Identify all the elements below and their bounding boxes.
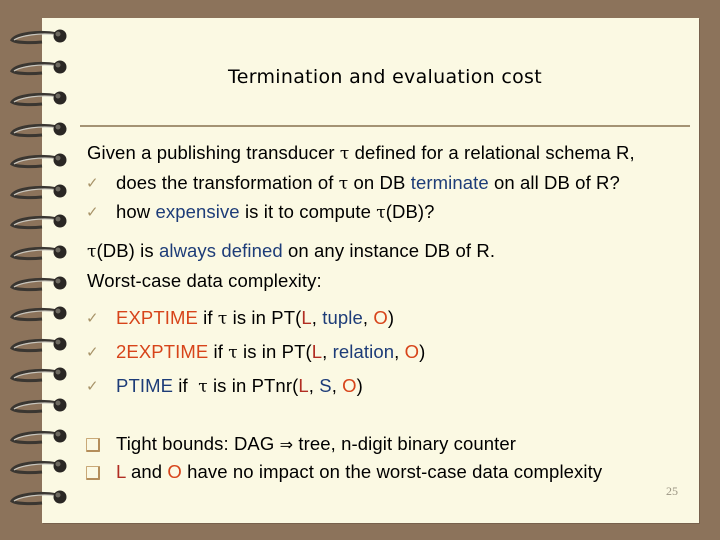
param-L: L xyxy=(298,375,309,396)
text: if xyxy=(208,341,229,362)
slide-title: Termination and evaluation cost xyxy=(228,66,542,88)
square-bullet-icon xyxy=(86,438,100,452)
text: , xyxy=(311,307,323,328)
spiral-ring-icon xyxy=(9,60,67,76)
text: tree, n-digit binary counter xyxy=(293,433,517,454)
spiral-ring-icon xyxy=(9,245,67,261)
complexity-item: 2EXPTIME if τ is in PT(L, relation, O) xyxy=(116,341,425,363)
text: and xyxy=(125,461,168,482)
param-S: tuple xyxy=(322,307,363,328)
text: ) xyxy=(387,307,395,328)
checkmark-icon: ✓ xyxy=(86,309,99,327)
complexity-item: PTIME if τ is in PTnr(L, S, O) xyxy=(116,375,363,397)
text: , xyxy=(394,341,405,362)
tau-symbol: τ xyxy=(87,242,97,262)
complexity-class: PTIME xyxy=(116,375,174,396)
text: if xyxy=(173,375,199,396)
param-O: O xyxy=(167,461,182,482)
param-L: L xyxy=(116,461,126,482)
spiral-ring-icon xyxy=(9,29,67,45)
param-O: O xyxy=(342,375,357,396)
text: if xyxy=(197,307,218,328)
text: on DB xyxy=(348,172,411,193)
spiral-ring-icon xyxy=(9,459,67,475)
page-number: 25 xyxy=(666,484,678,498)
text: have no impact on the worst-case data co… xyxy=(181,461,603,482)
intro-text: Given a publishing transducer xyxy=(87,142,340,163)
tau-symbol: τ xyxy=(228,343,238,363)
spiral-ring-icon xyxy=(9,398,67,414)
param-S: S xyxy=(319,375,332,396)
highlight-expensive: expensive xyxy=(155,201,240,222)
square-bullet-icon xyxy=(86,466,100,480)
statement-line: τ(DB) is always defined on any instance … xyxy=(87,240,495,262)
checkmark-icon: ✓ xyxy=(86,377,99,395)
spiral-ring-icon xyxy=(9,490,67,506)
text: is in PT( xyxy=(227,307,302,328)
text: ) xyxy=(419,341,426,362)
text: ) xyxy=(356,375,363,396)
text: , xyxy=(362,307,374,328)
checkmark-icon: ✓ xyxy=(86,203,99,221)
checkmark-icon: ✓ xyxy=(86,343,99,361)
spiral-ring-icon xyxy=(9,122,67,138)
text: (DB)? xyxy=(385,201,435,222)
text: is in PTnr( xyxy=(207,375,299,396)
text: how xyxy=(116,201,156,222)
tau-symbol: τ xyxy=(217,309,228,329)
param-L: L xyxy=(301,307,312,328)
highlight-terminate: terminate xyxy=(410,172,489,193)
text: on all DB of R? xyxy=(488,172,620,193)
tau-symbol: τ xyxy=(198,377,208,397)
intro-line: Given a publishing transducer τ defined … xyxy=(87,142,635,164)
spiral-ring-icon xyxy=(9,367,67,383)
spiral-ring-icon xyxy=(9,214,67,230)
spiral-ring-icon xyxy=(9,337,67,353)
spiral-ring-icon xyxy=(9,276,67,292)
text: is in PT( xyxy=(237,341,312,362)
spiral-ring-icon xyxy=(9,184,67,200)
title-divider xyxy=(80,125,690,127)
question-item: how expensive is it to compute τ(DB)? xyxy=(116,201,435,223)
param-L: L xyxy=(311,341,323,362)
text: is it to compute xyxy=(239,201,377,222)
text: Tight bounds: DAG xyxy=(116,433,280,454)
highlight-always-defined: always defined xyxy=(158,240,283,261)
question-item: does the transformation of τ on DB termi… xyxy=(116,172,620,194)
tau-symbol: τ xyxy=(376,203,386,223)
text: , xyxy=(331,375,343,396)
text: , xyxy=(322,341,333,362)
tau-symbol: τ xyxy=(339,144,350,164)
spiral-ring-icon xyxy=(9,306,67,322)
intro-text-suffix: defined for a relational schema R, xyxy=(349,142,635,163)
text: does the transformation of xyxy=(116,172,339,193)
note-item: L and O have no impact on the worst-case… xyxy=(116,461,602,483)
param-S: relation xyxy=(332,341,395,362)
param-O: O xyxy=(404,341,420,362)
complexity-item: EXPTIME if τ is in PT(L, tuple, O) xyxy=(116,307,394,329)
checkmark-icon: ✓ xyxy=(86,174,99,192)
implies-arrow: ⇒ xyxy=(279,435,294,454)
param-O: O xyxy=(373,307,388,328)
complexity-heading: Worst-case data complexity: xyxy=(87,270,322,291)
text: (DB) is xyxy=(96,240,159,261)
spiral-ring-icon xyxy=(9,429,67,445)
complexity-class: EXPTIME xyxy=(116,307,198,328)
tau-symbol: τ xyxy=(338,174,349,194)
spiral-ring-icon xyxy=(9,153,67,169)
text: , xyxy=(308,375,320,396)
text: on any instance DB of R. xyxy=(282,240,496,261)
spiral-ring-icon xyxy=(9,91,67,107)
note-item: Tight bounds: DAG ⇒ tree, n-digit binary… xyxy=(116,433,516,455)
complexity-class: 2EXPTIME xyxy=(116,341,209,362)
